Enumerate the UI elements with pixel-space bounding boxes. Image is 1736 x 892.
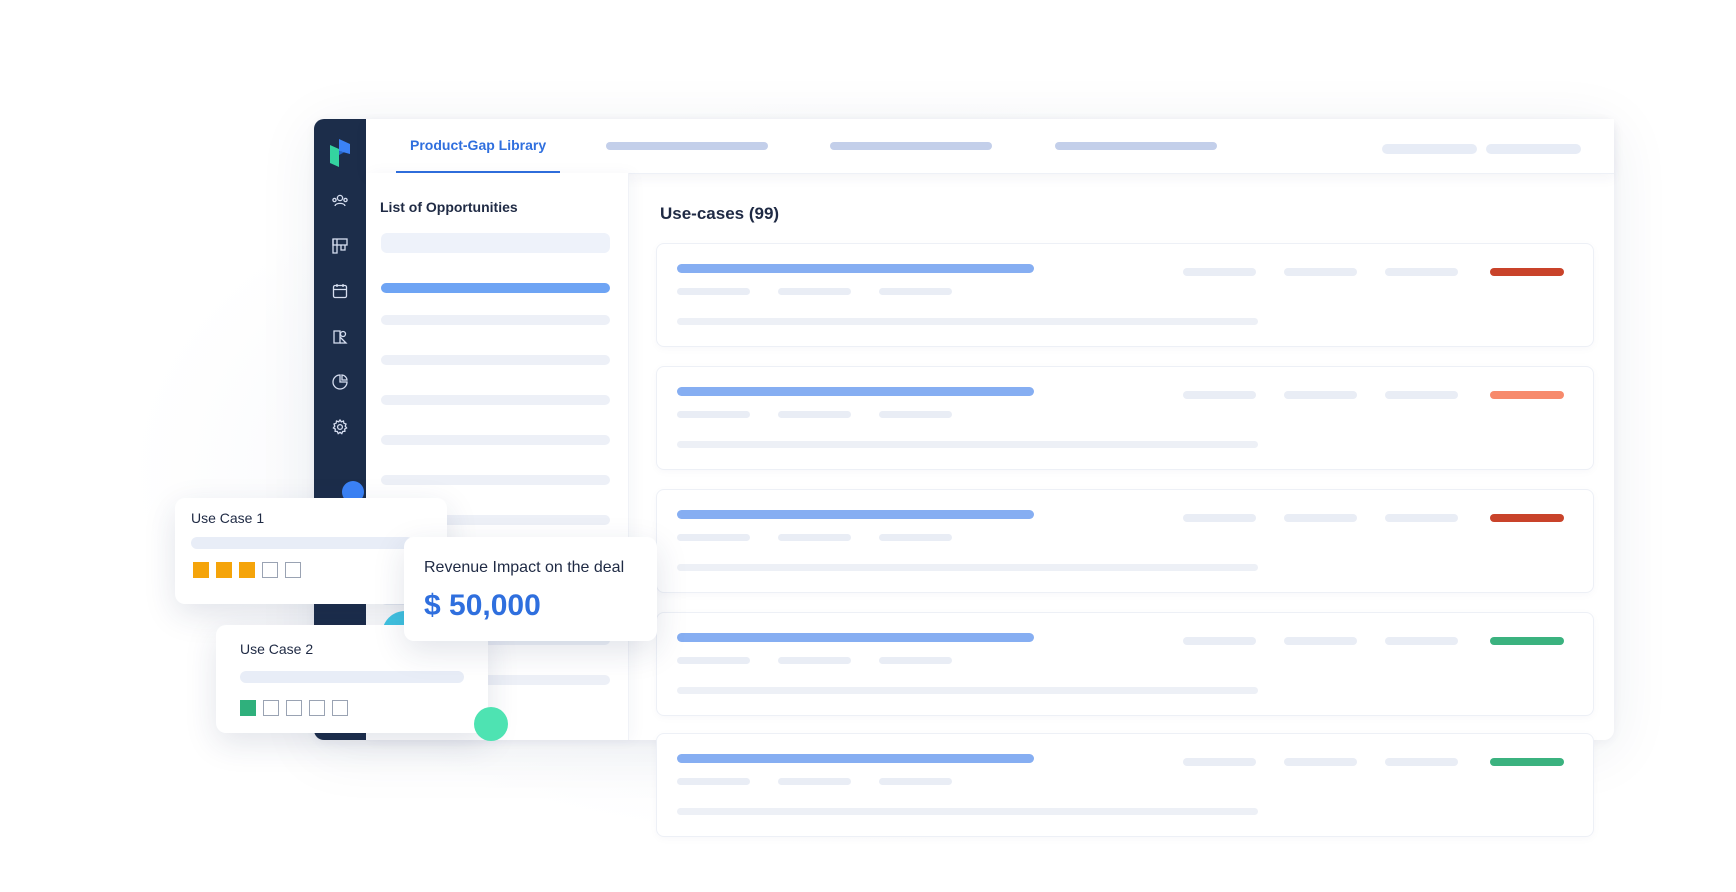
usecase-column-placeholder xyxy=(1385,268,1458,276)
usecase-title-placeholder xyxy=(677,264,1034,273)
tab-placeholder[interactable] xyxy=(1055,142,1217,150)
tab-product-gap-library[interactable]: Product-Gap Library xyxy=(396,119,561,174)
people-icon[interactable] xyxy=(330,191,350,211)
rating-square-empty[interactable] xyxy=(332,700,348,716)
list-item[interactable] xyxy=(381,315,610,325)
pie-chart-icon[interactable] xyxy=(330,372,350,392)
usecase-column-placeholder xyxy=(1183,637,1256,645)
use-case-2-title: Use Case 2 xyxy=(240,641,314,657)
logo-icon xyxy=(330,139,350,167)
usecase-status-bar xyxy=(1490,514,1564,522)
usecase-column-placeholder xyxy=(1284,268,1357,276)
top-tab-bar: Product-Gap Library xyxy=(366,119,1614,174)
revenue-impact-label: Revenue Impact on the deal xyxy=(424,559,625,576)
usecase-column-placeholder xyxy=(1183,391,1256,399)
list-item[interactable] xyxy=(381,435,610,445)
usecase-description-placeholder xyxy=(677,441,1258,448)
usecase-title-placeholder xyxy=(677,387,1034,396)
usecase-card[interactable] xyxy=(656,366,1594,470)
usecase-description-placeholder xyxy=(677,318,1258,325)
usecase-card[interactable] xyxy=(656,243,1594,347)
usecase-meta-placeholder xyxy=(778,288,851,295)
usecase-description-placeholder xyxy=(677,808,1258,815)
rating-square-empty[interactable] xyxy=(286,700,302,716)
rating-square-empty[interactable] xyxy=(309,700,325,716)
rating-square-empty[interactable] xyxy=(285,562,301,578)
usecase-meta-placeholder xyxy=(778,534,851,541)
usecase-column-placeholder xyxy=(1284,391,1357,399)
usecase-status-bar xyxy=(1490,758,1564,766)
list-item[interactable] xyxy=(381,475,610,485)
usecases-title: Use-cases (99) xyxy=(660,204,780,223)
usecase-meta-placeholder xyxy=(677,778,750,785)
usecase-column-placeholder xyxy=(1284,758,1357,766)
usecase-column-placeholder xyxy=(1183,758,1256,766)
rating-square-filled[interactable] xyxy=(193,562,209,578)
opportunities-title: List of Opportunities xyxy=(380,199,518,215)
usecase-meta-placeholder xyxy=(778,411,851,418)
use-case-2-bar-placeholder xyxy=(240,671,464,683)
settings-icon[interactable] xyxy=(330,417,350,437)
header-action-placeholder[interactable] xyxy=(1486,144,1581,154)
usecase-column-placeholder xyxy=(1385,391,1458,399)
rating-square-filled[interactable] xyxy=(239,562,255,578)
usecase-column-placeholder xyxy=(1183,268,1256,276)
rating-square-empty[interactable] xyxy=(263,700,279,716)
usecase-meta-placeholder xyxy=(879,411,952,418)
usecase-column-placeholder xyxy=(1385,514,1458,522)
usecase-meta-placeholder xyxy=(677,534,750,541)
header-action-placeholder[interactable] xyxy=(1382,144,1477,154)
usecase-meta-placeholder xyxy=(879,657,952,664)
usecase-meta-placeholder xyxy=(677,657,750,664)
list-item[interactable] xyxy=(381,355,610,365)
tab-placeholder[interactable] xyxy=(830,142,992,150)
opportunities-search-input[interactable] xyxy=(381,233,610,253)
usecase-title-placeholder xyxy=(677,633,1034,642)
usecase-column-placeholder xyxy=(1385,637,1458,645)
usecase-meta-placeholder xyxy=(879,778,952,785)
usecase-column-placeholder xyxy=(1284,637,1357,645)
usecase-card[interactable] xyxy=(656,733,1594,837)
usecase-description-placeholder xyxy=(677,687,1258,694)
rating-square-empty[interactable] xyxy=(262,562,278,578)
usecase-column-placeholder xyxy=(1385,758,1458,766)
usecase-status-bar xyxy=(1490,268,1564,276)
usecase-meta-placeholder xyxy=(778,657,851,664)
usecase-card[interactable] xyxy=(656,612,1594,716)
decorative-bubble xyxy=(474,707,508,741)
usecase-status-bar xyxy=(1490,391,1564,399)
tab-placeholder[interactable] xyxy=(606,142,768,150)
calendar-icon[interactable] xyxy=(330,281,350,301)
rating-square-filled[interactable] xyxy=(240,700,256,716)
revenue-impact-value: $ 50,000 xyxy=(424,589,541,622)
usecase-status-bar xyxy=(1490,637,1564,645)
list-item[interactable] xyxy=(381,395,610,405)
use-case-1-title: Use Case 1 xyxy=(191,510,265,526)
usecase-card[interactable] xyxy=(656,489,1594,593)
usecase-meta-placeholder xyxy=(677,411,750,418)
list-item[interactable] xyxy=(381,283,610,293)
usecase-meta-placeholder xyxy=(778,778,851,785)
use-case-2-card[interactable]: Use Case 2 xyxy=(216,625,488,733)
usecase-description-placeholder xyxy=(677,564,1258,571)
usecase-title-placeholder xyxy=(677,754,1034,763)
usecase-meta-placeholder xyxy=(879,534,952,541)
revenue-impact-card: Revenue Impact on the deal $ 50,000 xyxy=(404,537,657,641)
reports-icon[interactable] xyxy=(330,327,350,347)
board-icon[interactable] xyxy=(330,236,350,256)
usecase-title-placeholder xyxy=(677,510,1034,519)
use-case-1-bar-placeholder xyxy=(191,537,413,549)
usecase-column-placeholder xyxy=(1284,514,1357,522)
rating-square-filled[interactable] xyxy=(216,562,232,578)
usecase-column-placeholder xyxy=(1183,514,1256,522)
usecase-meta-placeholder xyxy=(879,288,952,295)
usecase-meta-placeholder xyxy=(677,288,750,295)
